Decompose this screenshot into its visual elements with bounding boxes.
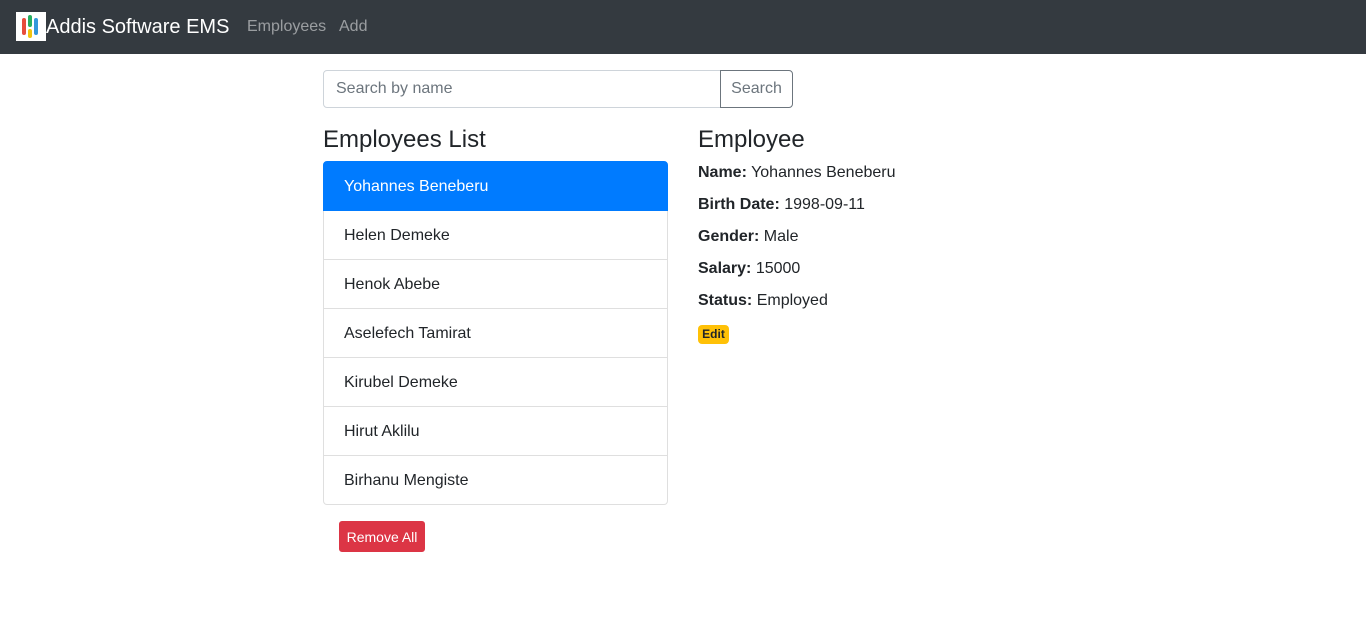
detail-salary: Salary: 15000 — [698, 259, 800, 279]
app-logo-icon[interactable] — [16, 12, 46, 41]
list-item[interactable]: Birhanu Mengiste — [323, 456, 668, 505]
detail-gender-value: Male — [763, 228, 799, 245]
remove-all-button[interactable]: Remove All — [339, 521, 425, 552]
detail-gender: Gender: Male — [698, 227, 798, 247]
search-input[interactable] — [323, 70, 721, 108]
navbar: Addis Software EMS Employees Add — [0, 0, 1366, 54]
detail-birth-date-label: Birth Date: — [698, 196, 780, 213]
search-button[interactable]: Search — [720, 70, 793, 108]
list-item[interactable]: Hirut Aklilu — [323, 407, 668, 456]
edit-button[interactable]: Edit — [698, 325, 729, 344]
detail-status: Status: Employed — [698, 291, 828, 311]
detail-birth-date: Birth Date: 1998-09-11 — [698, 195, 865, 215]
detail-gender-label: Gender: — [698, 228, 760, 245]
brand-link[interactable]: Addis Software EMS — [46, 14, 229, 40]
detail-status-label: Status: — [698, 292, 753, 309]
employees-list-title: Employees List — [323, 126, 486, 153]
list-item[interactable]: Kirubel Demeke — [323, 358, 668, 407]
detail-name: Name: Yohannes Beneberu — [698, 163, 896, 183]
employee-detail-title: Employee — [698, 126, 805, 153]
list-item[interactable]: Yohannes Beneberu — [323, 161, 668, 211]
detail-name-value: Yohannes Beneberu — [751, 164, 896, 181]
detail-salary-value: 15000 — [755, 260, 801, 277]
list-item[interactable]: Henok Abebe — [323, 260, 668, 309]
detail-status-value: Employed — [756, 292, 828, 309]
nav-employees-link[interactable]: Employees — [247, 17, 326, 37]
detail-birth-date-value: 1998-09-11 — [784, 196, 865, 213]
nav-add-link[interactable]: Add — [339, 17, 367, 37]
employees-list: Yohannes Beneberu Helen Demeke Henok Abe… — [323, 161, 668, 505]
detail-name-label: Name: — [698, 164, 747, 181]
list-item[interactable]: Aselefech Tamirat — [323, 309, 668, 358]
list-item[interactable]: Helen Demeke — [323, 211, 668, 260]
detail-salary-label: Salary: — [698, 260, 752, 277]
